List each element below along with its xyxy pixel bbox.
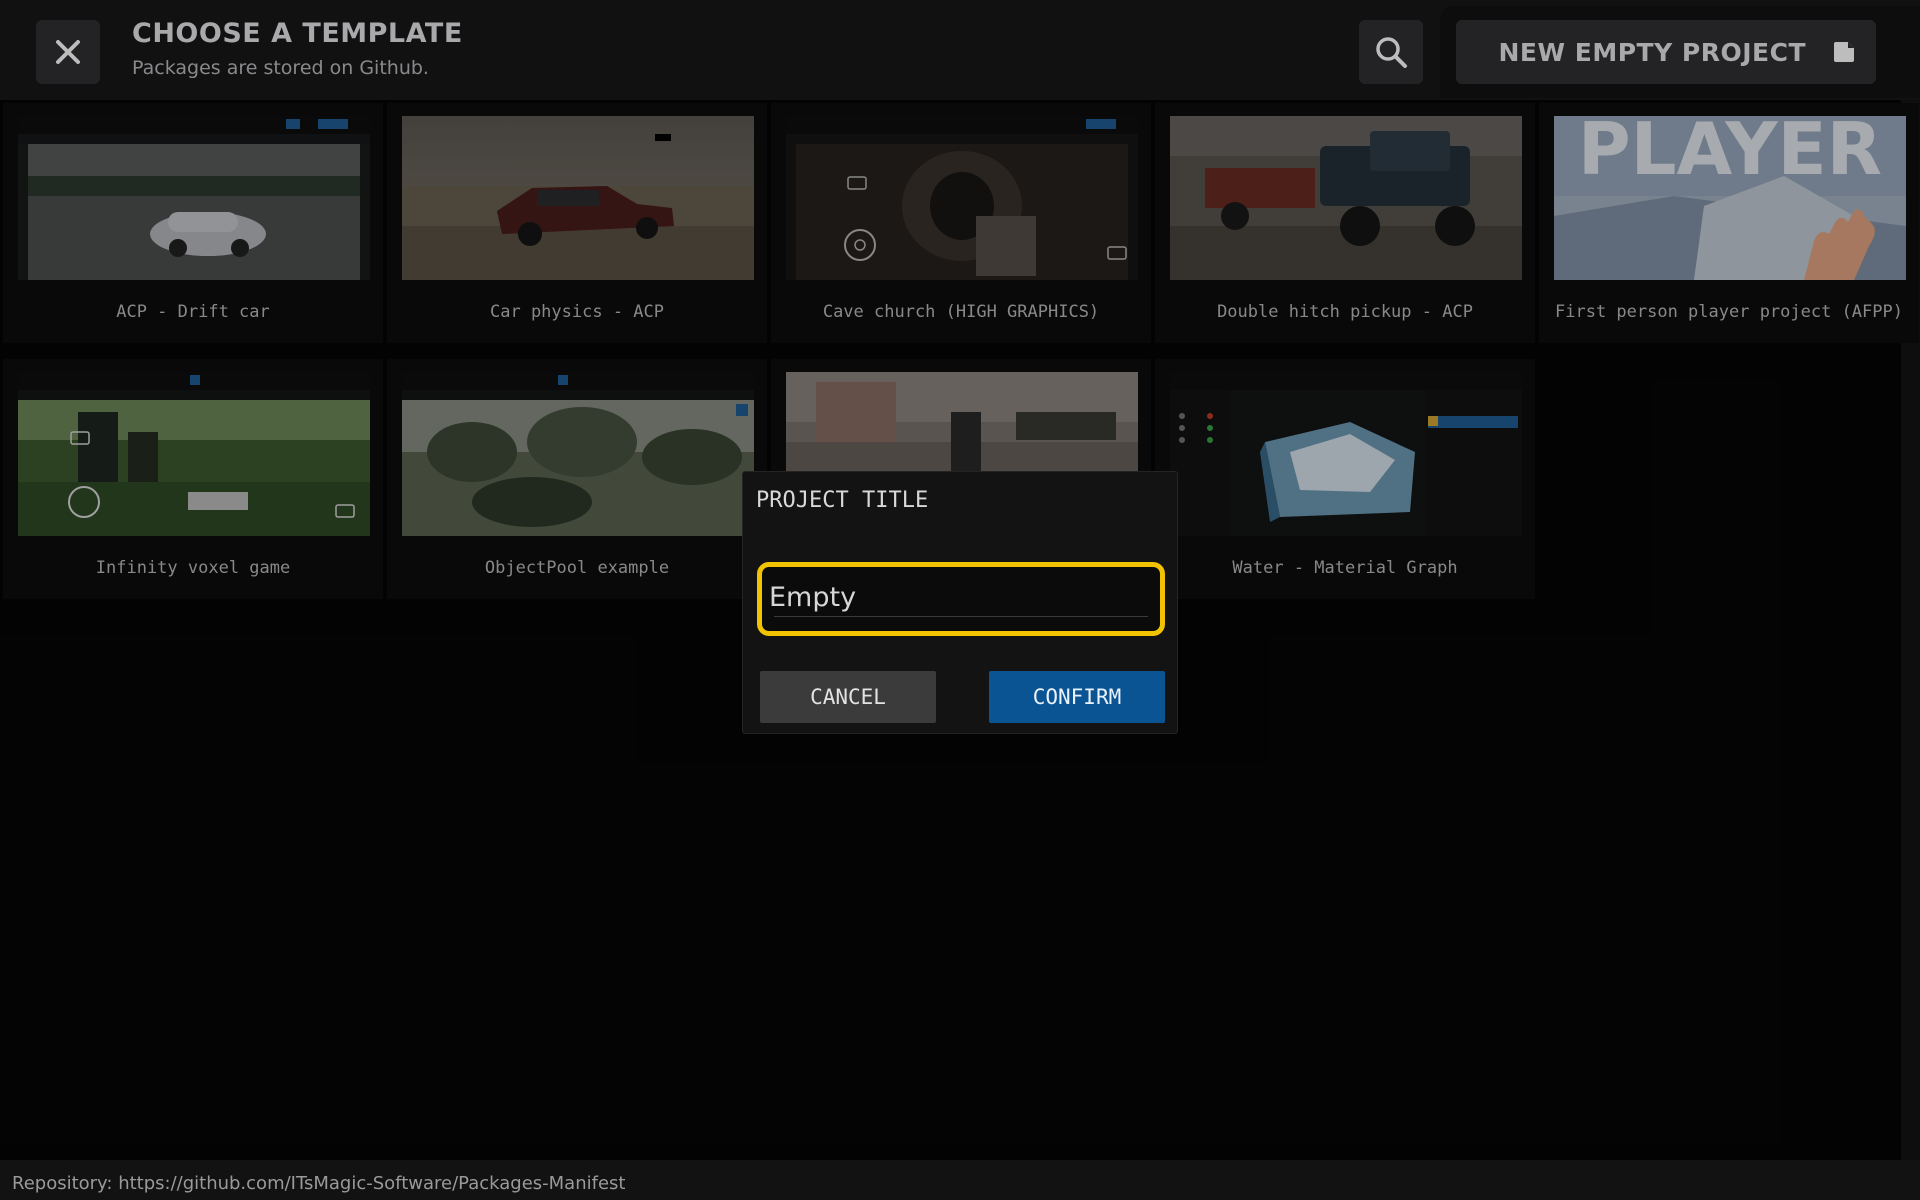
input-underline <box>774 616 1148 617</box>
new-empty-project-label: NEW EMPTY PROJECT <box>1498 37 1806 67</box>
page-title: CHOOSE A TEMPLATE <box>132 18 463 49</box>
repository-link[interactable]: Repository: https://github.com/ITsMagic-… <box>12 1173 625 1194</box>
dialog-title: PROJECT TITLE <box>756 488 929 513</box>
search-icon <box>1376 37 1407 68</box>
confirm-button[interactable]: CONFIRM <box>989 671 1165 723</box>
cancel-button[interactable]: CANCEL <box>760 671 936 723</box>
header-bar: CHOOSE A TEMPLATE Packages are stored on… <box>0 0 1920 100</box>
project-title-field[interactable] <box>757 562 1165 636</box>
new-file-icon <box>1834 42 1854 62</box>
footer-bar: Repository: https://github.com/ITsMagic-… <box>0 1160 1920 1200</box>
project-title-dialog: PROJECT TITLE CANCEL CONFIRM <box>742 471 1178 734</box>
search-button[interactable] <box>1359 20 1423 84</box>
header-titles: CHOOSE A TEMPLATE Packages are stored on… <box>132 18 463 79</box>
close-button[interactable] <box>36 20 100 84</box>
new-empty-project-button[interactable]: NEW EMPTY PROJECT <box>1456 20 1876 84</box>
page-subtitle: Packages are stored on Github. <box>132 57 429 79</box>
project-title-input[interactable] <box>769 577 1149 617</box>
close-icon <box>56 40 80 64</box>
